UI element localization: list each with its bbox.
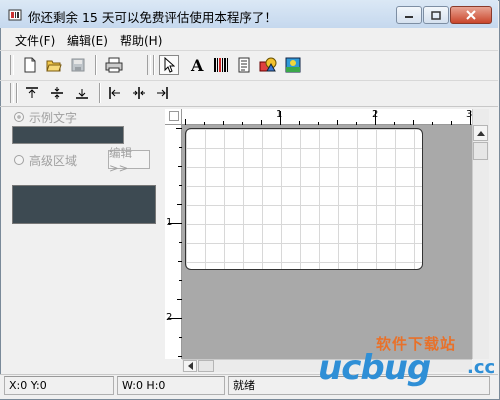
maximize-icon (431, 10, 441, 20)
horizontal-scroll-thumb[interactable] (198, 360, 214, 372)
save-icon (71, 58, 85, 72)
menu-file[interactable]: 文件(F) (15, 32, 55, 49)
menu-edit[interactable]: 编辑(E) (67, 32, 108, 49)
align-bottom-icon (76, 89, 88, 99)
toolbar-separator (153, 55, 155, 75)
select-tool-button[interactable] (159, 55, 179, 75)
toolbar-grip[interactable] (10, 83, 14, 103)
watermark-brand: ucbug (318, 348, 431, 388)
toolbar-grip[interactable] (147, 55, 151, 75)
open-button[interactable] (44, 55, 64, 75)
shape-tool-button[interactable] (258, 55, 278, 75)
close-icon (466, 10, 476, 20)
chevron-left-icon (187, 362, 193, 370)
minimize-button[interactable] (396, 6, 422, 24)
menu-help[interactable]: 帮助(H) (120, 32, 162, 49)
document-tool-button[interactable] (234, 55, 254, 75)
new-file-icon (24, 57, 36, 73)
align-right-button[interactable] (152, 83, 172, 103)
align-left-button[interactable] (105, 83, 125, 103)
text-tool-icon: A (190, 57, 204, 73)
close-button[interactable] (450, 6, 492, 24)
hruler-label-2: 2 (372, 109, 379, 120)
window-title: 你还剩余 15 天可以免费评估使用本程序了！ (28, 10, 277, 25)
advanced-area-radio[interactable] (14, 155, 24, 165)
vertical-ruler-ticks (168, 128, 182, 357)
status-size: W:0 H:0 (117, 376, 225, 395)
ruler-corner-box[interactable] (169, 111, 179, 121)
hruler-label-1: 1 (276, 109, 283, 120)
advanced-area-field[interactable] (12, 185, 156, 224)
text-tool-button[interactable]: A (188, 55, 208, 75)
maximize-button[interactable] (423, 6, 449, 24)
edit-button[interactable]: 编辑>> (108, 146, 150, 175)
save-button[interactable] (68, 55, 88, 75)
document-tool-icon (238, 57, 250, 73)
new-file-button[interactable] (20, 55, 40, 75)
label-design-page[interactable] (185, 128, 423, 270)
sample-text-field[interactable] (12, 126, 124, 144)
align-bottom-button[interactable] (72, 83, 92, 103)
vertical-ruler (165, 125, 182, 359)
vruler-label-2: 2 (166, 312, 173, 323)
toolbar-grip[interactable] (10, 55, 14, 75)
image-tool-button[interactable] (283, 55, 303, 75)
print-icon (105, 57, 123, 73)
status-position: X:0 Y:0 (4, 376, 114, 395)
svg-text:A: A (190, 57, 204, 73)
vruler-label-1: 1 (166, 217, 173, 228)
toolbar-separator (16, 83, 18, 103)
watermark-suffix: .cc (467, 357, 496, 378)
print-button[interactable] (104, 55, 124, 75)
align-hcenter-button[interactable] (129, 83, 149, 103)
chevron-up-icon (476, 130, 485, 136)
toolbar-separator (95, 55, 97, 75)
vertical-scroll-thumb[interactable] (473, 142, 488, 160)
align-vcenter-icon (51, 87, 63, 99)
align-hcenter-icon (133, 87, 145, 99)
align-top-icon (26, 87, 38, 98)
align-left-icon (109, 87, 120, 99)
barcode-tool-icon (214, 58, 228, 72)
scroll-up-button[interactable] (473, 125, 488, 141)
image-tool-icon (285, 57, 301, 73)
horizontal-ruler (182, 109, 472, 125)
app-icon (8, 8, 22, 22)
sample-text-label: 示例文字 (29, 111, 78, 125)
barcode-tool-button[interactable] (211, 55, 231, 75)
minimize-icon (405, 16, 413, 18)
select-arrow-icon (164, 57, 175, 73)
toolbar-separator (99, 83, 101, 103)
open-folder-icon (46, 60, 62, 72)
scroll-left-button[interactable] (183, 360, 197, 372)
horizontal-ruler-ticks (185, 111, 471, 125)
align-vcenter-button[interactable] (47, 83, 67, 103)
align-top-button[interactable] (22, 83, 42, 103)
shape-tool-icon (259, 57, 277, 72)
advanced-area-label: 高级区域 (29, 154, 78, 168)
sample-text-radio[interactable] (14, 112, 24, 122)
align-right-icon (157, 87, 168, 99)
